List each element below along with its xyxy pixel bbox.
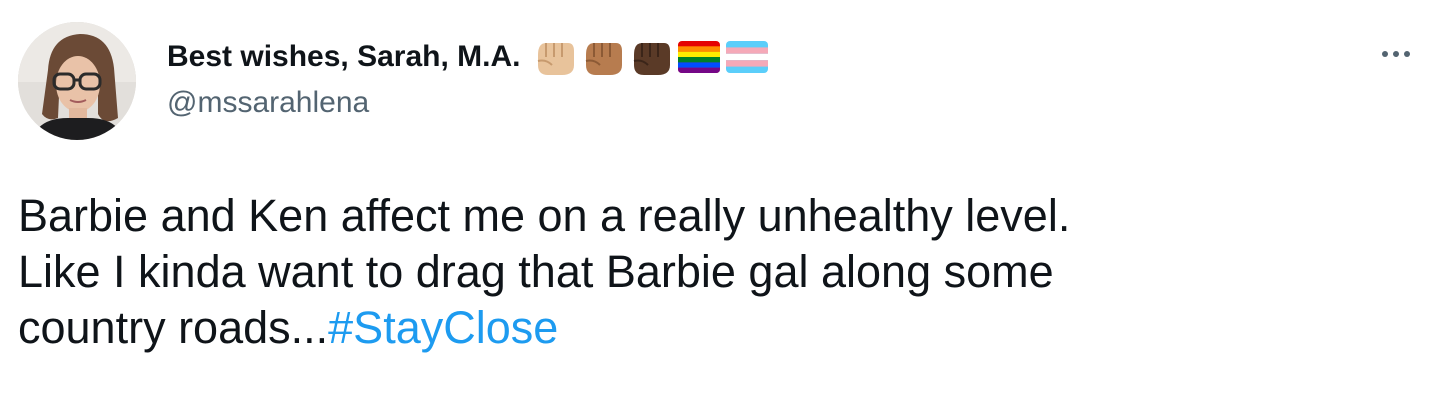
tweet-card: Best wishes, Sarah, M.A. @mssarahlena Ba… — [0, 0, 1440, 401]
avatar-photo — [18, 22, 136, 140]
raised-fist-light-skin-icon — [538, 43, 575, 75]
display-name[interactable]: Best wishes, Sarah, M.A. — [167, 40, 520, 74]
more-dot — [1393, 51, 1399, 57]
tweet-line-last: country roads...#StayClose — [18, 300, 1418, 356]
more-horizontal-icon — [1382, 51, 1388, 57]
hashtag-link[interactable]: #StayClose — [328, 302, 558, 353]
avatar[interactable] — [18, 22, 136, 140]
raised-fist-dark-skin-icon — [634, 43, 671, 75]
rainbow-flag-icon — [678, 41, 721, 73]
more-options-button[interactable] — [1374, 36, 1418, 72]
author-name-row: Best wishes, Sarah, M.A. — [167, 32, 770, 82]
raised-fist-medium-skin-icon — [586, 43, 623, 75]
tweet-line: Like I kinda want to drag that Barbie ga… — [18, 246, 1054, 297]
tweet-line: Barbie and Ken affect me on a really unh… — [18, 190, 1071, 241]
name-emojis — [532, 35, 770, 79]
transgender-flag-icon — [726, 41, 769, 73]
more-dot — [1404, 51, 1410, 57]
tweet-line-text: country roads... — [18, 302, 329, 353]
tweet-text: Barbie and Ken affect me on a really unh… — [18, 188, 1418, 356]
author-handle[interactable]: @mssarahlena — [167, 86, 369, 120]
